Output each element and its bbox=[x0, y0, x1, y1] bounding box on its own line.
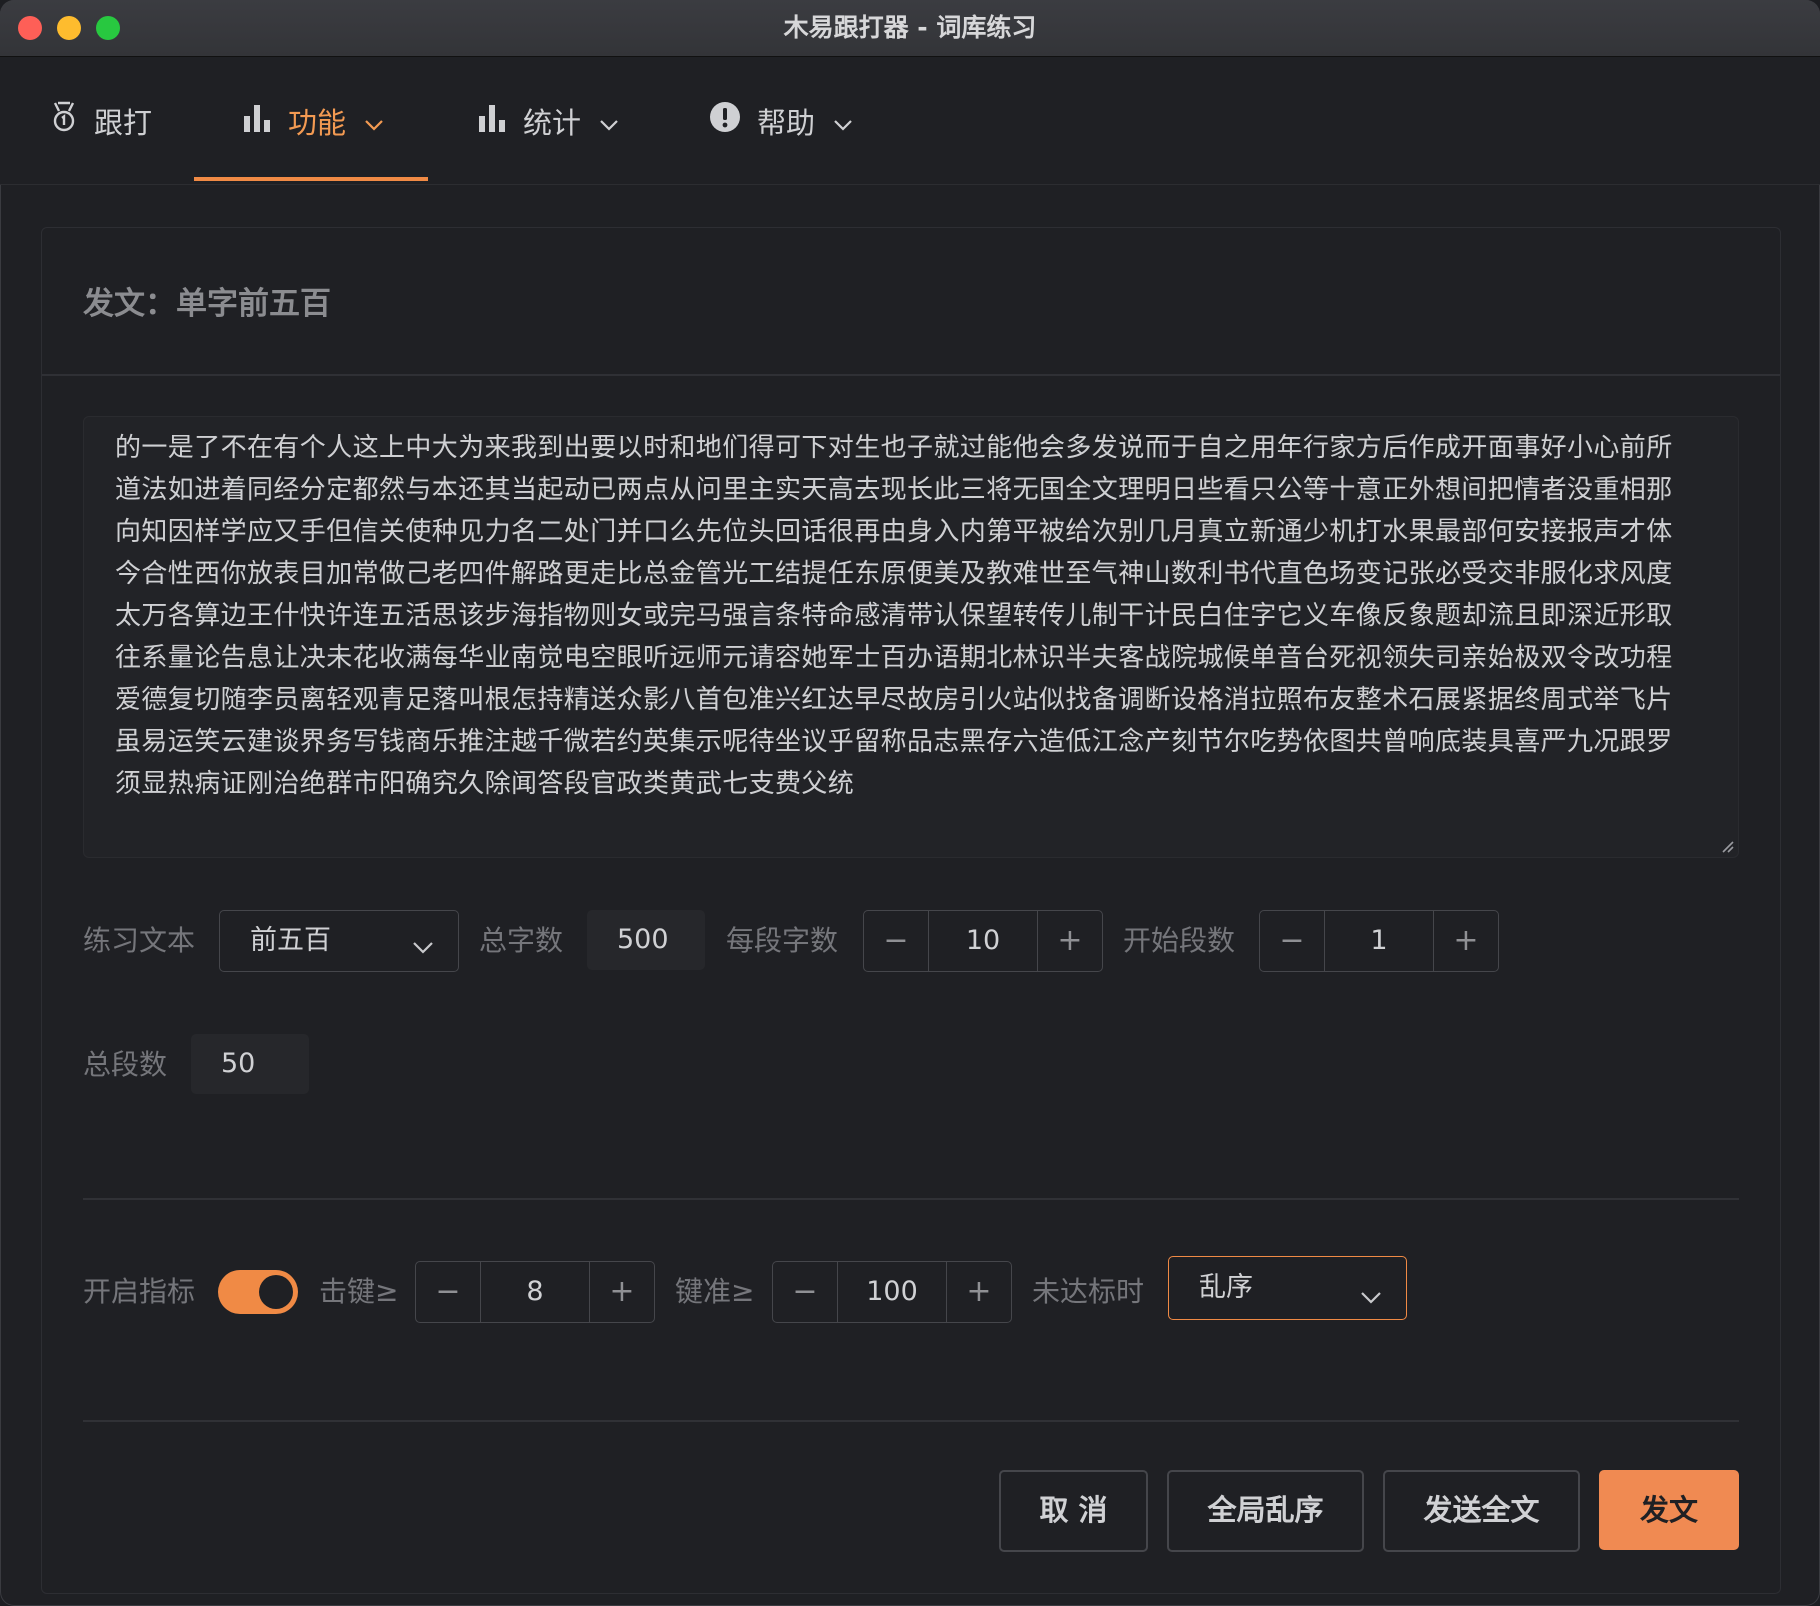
menu-label-help: 帮助 bbox=[757, 105, 816, 140]
keystroke-label: 击键≥ bbox=[319, 1275, 399, 1308]
total-chars-label: 总字数 bbox=[479, 924, 564, 957]
total-segments-value: 50 bbox=[221, 1048, 256, 1079]
menu-label-stats: 统计 bbox=[523, 105, 582, 140]
decrement-button[interactable]: − bbox=[773, 1262, 838, 1322]
window-title: 木易跟打器 - 词库练习 bbox=[783, 13, 1037, 42]
title-bar: 木易跟打器 - 词库练习 bbox=[0, 0, 1820, 57]
medal-icon bbox=[50, 101, 78, 140]
cancel-button[interactable]: 取 消 bbox=[999, 1470, 1148, 1552]
practice-text-area[interactable]: 的一是了不在有个人这上中大为来我到出要以时和地们得可下对生也子就过能他会多发说而… bbox=[83, 416, 1739, 858]
keystroke-stepper: − 8 + bbox=[415, 1261, 655, 1323]
enable-indicator-label: 开启指标 bbox=[83, 1275, 196, 1308]
chars-per-segment-stepper: − 10 + bbox=[863, 910, 1103, 972]
increment-button[interactable]: + bbox=[589, 1262, 654, 1322]
alert-circle-icon bbox=[709, 101, 741, 140]
practice-text-content: 的一是了不在有个人这上中大为来我到出要以时和地们得可下对生也子就过能他会多发说而… bbox=[115, 433, 1673, 799]
total-segments-label: 总段数 bbox=[83, 1048, 168, 1081]
divider bbox=[83, 1420, 1739, 1422]
send-text-card: 发文：单字前五百 的一是了不在有个人这上中大为来我到出要以时和地们得可下对生也子… bbox=[41, 227, 1781, 1594]
menu-item-stats[interactable]: 统计 bbox=[477, 57, 619, 184]
start-segment-label: 开始段数 bbox=[1123, 924, 1236, 957]
menu-item-follow[interactable]: 跟打 bbox=[50, 57, 152, 184]
chevron-down-icon bbox=[364, 104, 384, 138]
accuracy-value[interactable]: 100 bbox=[838, 1262, 946, 1322]
send-text-button[interactable]: 发文 bbox=[1599, 1470, 1739, 1550]
fail-action-value: 乱序 bbox=[1199, 1272, 1253, 1303]
card-title: 发文：单字前五百 bbox=[83, 286, 331, 322]
menu-item-function[interactable]: 功能 bbox=[242, 57, 384, 184]
shuffle-all-button[interactable]: 全局乱序 bbox=[1167, 1470, 1364, 1552]
total-segments-field: 50 bbox=[191, 1034, 309, 1094]
chevron-down-icon bbox=[1360, 1281, 1382, 1312]
menu-item-help[interactable]: 帮助 bbox=[709, 57, 853, 184]
menu-label-follow: 跟打 bbox=[94, 105, 153, 140]
total-chars-field: 500 bbox=[587, 910, 705, 970]
practice-text-value: 前五百 bbox=[250, 925, 331, 956]
practice-text-label: 练习文本 bbox=[83, 924, 196, 957]
enable-indicator-toggle[interactable] bbox=[218, 1270, 298, 1314]
fail-action-label: 未达标时 bbox=[1032, 1275, 1145, 1308]
chevron-down-icon bbox=[412, 931, 434, 962]
chevron-down-icon bbox=[599, 104, 619, 138]
accuracy-label: 键准≥ bbox=[675, 1275, 755, 1308]
decrement-button[interactable]: − bbox=[864, 911, 929, 971]
keystroke-value[interactable]: 8 bbox=[481, 1262, 589, 1322]
chars-per-segment-label: 每段字数 bbox=[726, 924, 839, 957]
menu-label-function: 功能 bbox=[288, 105, 347, 140]
divider bbox=[83, 1198, 1739, 1200]
increment-button[interactable]: + bbox=[1433, 911, 1498, 971]
practice-text-select[interactable]: 前五百 bbox=[219, 910, 459, 972]
increment-button[interactable]: + bbox=[1037, 911, 1102, 971]
menu-bar: 跟打 功能 统计 帮助 bbox=[0, 57, 1820, 185]
chars-per-segment-value[interactable]: 10 bbox=[929, 911, 1037, 971]
accuracy-stepper: − 100 + bbox=[772, 1261, 1012, 1323]
send-full-text-button[interactable]: 发送全文 bbox=[1383, 1470, 1580, 1552]
increment-button[interactable]: + bbox=[946, 1262, 1011, 1322]
chevron-down-icon bbox=[833, 104, 853, 138]
resize-handle-icon[interactable] bbox=[1720, 839, 1734, 853]
start-segment-stepper: − 1 + bbox=[1259, 910, 1499, 972]
total-chars-value: 500 bbox=[617, 924, 669, 955]
decrement-button[interactable]: − bbox=[416, 1262, 481, 1322]
bar-chart-icon bbox=[242, 102, 272, 139]
start-segment-value[interactable]: 1 bbox=[1325, 911, 1433, 971]
card-header: 发文：单字前五百 bbox=[42, 228, 1780, 376]
fail-action-select[interactable]: 乱序 bbox=[1168, 1256, 1407, 1320]
toggle-knob bbox=[259, 1275, 293, 1309]
active-tab-indicator bbox=[194, 177, 428, 181]
bar-chart-icon bbox=[477, 102, 507, 139]
app-window: 木易跟打器 - 词库练习 跟打 功能 统计 帮助 发文：单字前五百 的一是了不在… bbox=[0, 0, 1820, 1606]
decrement-button[interactable]: − bbox=[1260, 911, 1325, 971]
